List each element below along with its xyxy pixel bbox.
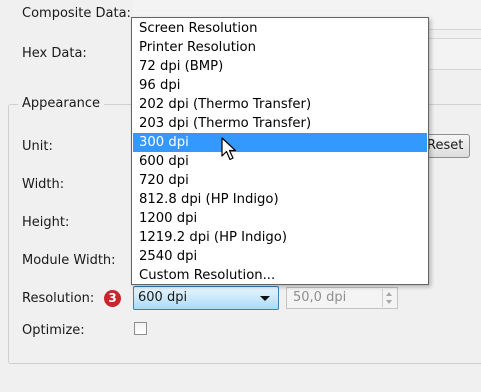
spinner-buttons[interactable] <box>382 289 396 307</box>
mouse-pointer-icon <box>221 137 237 161</box>
chevron-down-icon <box>260 296 270 301</box>
menu-item-96-dpi[interactable]: 96 dpi <box>133 76 427 95</box>
callout-badge: 3 <box>104 290 121 307</box>
menu-item-720-dpi[interactable]: 720 dpi <box>133 171 427 190</box>
menu-item-812-8-dpi[interactable]: 812.8 dpi (HP Indigo) <box>133 190 427 209</box>
menu-item-printer-resolution[interactable]: Printer Resolution <box>133 38 427 57</box>
height-label: Height: <box>22 215 70 230</box>
width-label: Width: <box>22 177 65 192</box>
resolution-select-value: 600 dpi <box>138 290 188 305</box>
resolution-select[interactable]: 600 dpi <box>133 286 279 310</box>
spin-down-icon[interactable] <box>386 300 392 304</box>
menu-item-300-dpi[interactable]: 300 dpi <box>133 133 427 152</box>
menu-item-screen-resolution[interactable]: Screen Resolution <box>133 19 427 38</box>
spin-up-icon[interactable] <box>386 292 392 296</box>
resolution-dropdown-list: Screen Resolution Printer Resolution 72 … <box>131 17 429 285</box>
resolution-label: Resolution: <box>22 291 95 306</box>
menu-item-1200-dpi[interactable]: 1200 dpi <box>133 209 427 228</box>
composite-data-label: Composite Data: <box>22 6 131 21</box>
menu-item-203-dpi[interactable]: 203 dpi (Thermo Transfer) <box>133 114 427 133</box>
custom-dpi-spinner[interactable]: 50,0 dpi <box>286 287 398 309</box>
unit-label: Unit: <box>22 139 53 154</box>
menu-item-72-dpi[interactable]: 72 dpi (BMP) <box>133 57 427 76</box>
menu-item-custom-resolution[interactable]: Custom Resolution... <box>133 266 427 285</box>
custom-dpi-value: 50,0 dpi <box>293 290 347 305</box>
hex-data-label: Hex Data: <box>22 46 87 61</box>
menu-item-202-dpi[interactable]: 202 dpi (Thermo Transfer) <box>133 95 427 114</box>
module-width-label: Module Width: <box>22 253 116 268</box>
optimize-label: Optimize: <box>22 323 85 338</box>
menu-item-1219-2-dpi[interactable]: 1219.2 dpi (HP Indigo) <box>133 228 427 247</box>
menu-item-600-dpi[interactable]: 600 dpi <box>133 152 427 171</box>
optimize-checkbox[interactable] <box>134 322 147 335</box>
menu-item-2540-dpi[interactable]: 2540 dpi <box>133 247 427 266</box>
appearance-group-title: Appearance <box>18 96 105 111</box>
